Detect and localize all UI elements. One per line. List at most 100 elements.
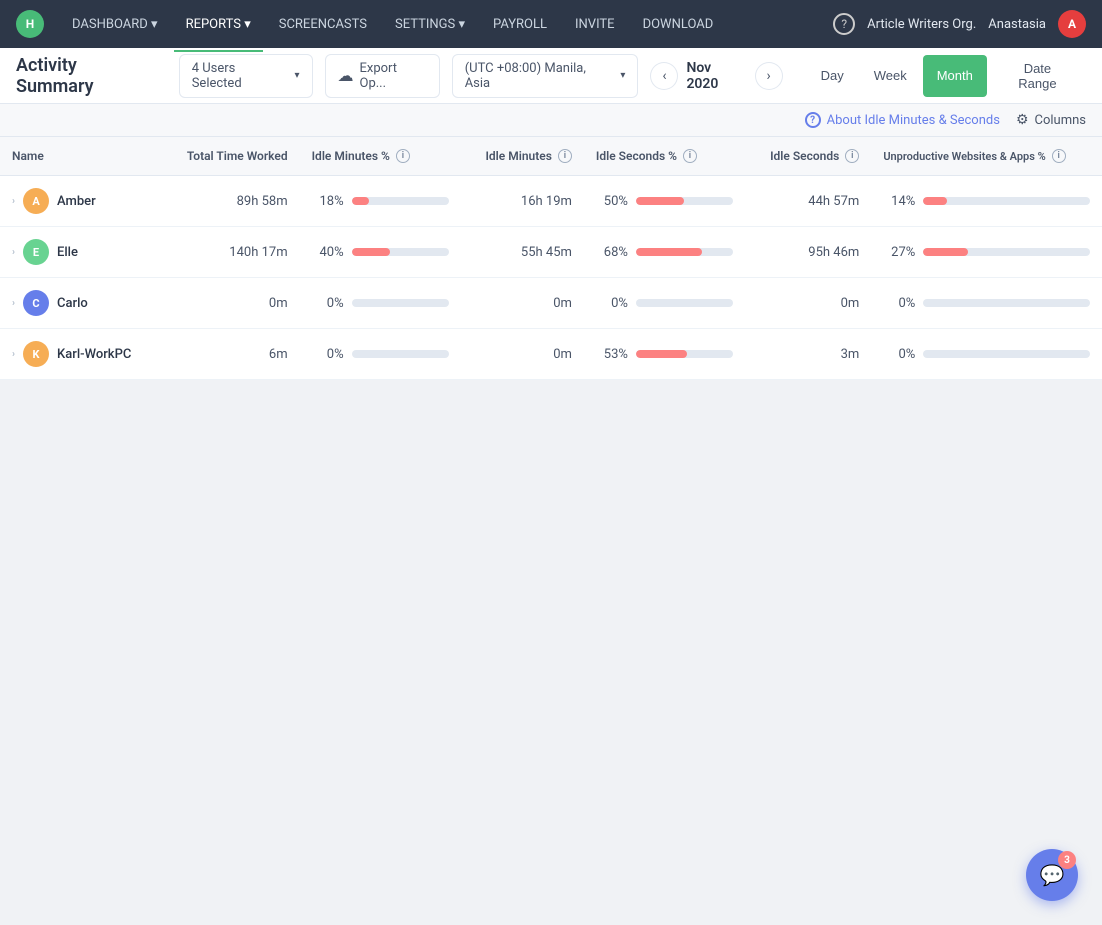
expand-row-button[interactable]: › — [12, 349, 15, 360]
gear-icon: ⚙ — [1016, 112, 1029, 128]
chevron-down-icon: ▾ — [294, 70, 299, 81]
user-avatar[interactable]: A — [1058, 10, 1086, 38]
cell-total-time: 89h 58m — [160, 176, 299, 227]
chat-button[interactable]: 💬 3 — [1026, 849, 1078, 901]
cell-total-time: 140h 17m — [160, 227, 299, 278]
expand-row-button[interactable]: › — [12, 247, 15, 258]
info-icon[interactable]: i — [396, 149, 410, 163]
progress-bar-fill — [923, 248, 968, 256]
user-name-label: Elle — [57, 245, 78, 260]
cell-idle-minutes-pct: 40% — [300, 227, 461, 278]
export-button[interactable]: ☁ Export Op... — [325, 54, 440, 98]
nav-reports[interactable]: REPORTS ▾ — [174, 11, 263, 38]
col-header-idle-seconds: Idle Seconds i — [745, 137, 872, 176]
progress-bar-fill — [636, 197, 684, 205]
cell-idle-seconds-pct: 53% — [584, 329, 745, 380]
user-name-label: Carlo — [57, 296, 88, 311]
progress-bar-track — [636, 248, 733, 256]
tab-month[interactable]: Month — [923, 55, 987, 97]
info-icon[interactable]: i — [1052, 149, 1066, 163]
nav-settings[interactable]: SETTINGS ▾ — [383, 11, 477, 38]
user-name: Anastasia — [988, 17, 1046, 32]
table-header-row: Name Total Time Worked Idle Minutes % i — [0, 137, 1102, 176]
cell-idle-minutes-val: 0m — [461, 329, 584, 380]
about-idle-button[interactable]: ? About Idle Minutes & Seconds — [805, 112, 1000, 128]
user-avatar: K — [23, 341, 49, 367]
user-name-label: Amber — [57, 194, 96, 209]
info-icon[interactable]: i — [558, 149, 572, 163]
columns-button[interactable]: ⚙ Columns — [1016, 112, 1086, 128]
cell-unproductive-pct: 0% — [871, 278, 1102, 329]
cell-unproductive-pct: 27% — [871, 227, 1102, 278]
cell-unproductive-pct: 0% — [871, 329, 1102, 380]
top-navigation: H DASHBOARD ▾ REPORTS ▾ SCREENCASTS SETT… — [0, 0, 1102, 48]
cell-idle-minutes-val: 55h 45m — [461, 227, 584, 278]
tab-date-range[interactable]: Date Range — [989, 55, 1086, 97]
cell-idle-minutes-val: 0m — [461, 278, 584, 329]
current-date: Nov 2020 — [686, 60, 746, 92]
nav-payroll[interactable]: PAYROLL — [481, 11, 559, 38]
cell-idle-seconds-val: 0m — [745, 278, 872, 329]
cell-idle-seconds-val: 44h 57m — [745, 176, 872, 227]
cell-name: › C Carlo — [0, 278, 160, 329]
activity-table: Name Total Time Worked Idle Minutes % i — [0, 137, 1102, 380]
progress-bar-fill — [923, 197, 946, 205]
user-avatar: A — [23, 188, 49, 214]
table-row: › A Amber 89h 58m 18% 16h 19m 50% 44h 57… — [0, 176, 1102, 227]
chat-badge: 3 — [1058, 851, 1076, 869]
progress-bar-track — [636, 197, 733, 205]
date-navigation: ‹ Nov 2020 › — [650, 60, 782, 92]
main-toolbar: Activity Summary 4 Users Selected ▾ ☁ Ex… — [0, 48, 1102, 104]
timezone-selector[interactable]: (UTC +08:00) Manila, Asia ▾ — [452, 54, 639, 98]
nav-screencasts[interactable]: SCREENCASTS — [267, 11, 379, 38]
progress-bar-track — [923, 350, 1090, 358]
secondary-toolbar: ? About Idle Minutes & Seconds ⚙ Columns — [0, 104, 1102, 137]
progress-bar-track — [352, 248, 449, 256]
page-title: Activity Summary — [16, 55, 159, 97]
nav-download[interactable]: DOWNLOAD — [631, 11, 726, 38]
expand-row-button[interactable]: › — [12, 196, 15, 207]
timezone-label: (UTC +08:00) Manila, Asia — [465, 61, 615, 91]
prev-date-button[interactable]: ‹ — [650, 62, 678, 90]
progress-bar-fill — [352, 197, 369, 205]
progress-bar-fill — [352, 248, 391, 256]
next-date-button[interactable]: › — [755, 62, 783, 90]
info-icon[interactable]: i — [845, 149, 859, 163]
users-selected-button[interactable]: 4 Users Selected ▾ — [179, 54, 313, 98]
progress-bar-track — [923, 299, 1090, 307]
user-avatar: E — [23, 239, 49, 265]
cell-total-time: 6m — [160, 329, 299, 380]
view-tabs: Day Week Month Date Range — [807, 55, 1086, 97]
col-header-idle-minutes: Idle Minutes i — [461, 137, 584, 176]
tab-day[interactable]: Day — [807, 55, 858, 97]
cell-idle-seconds-pct: 68% — [584, 227, 745, 278]
user-avatar: C — [23, 290, 49, 316]
progress-bar-fill — [636, 350, 687, 358]
progress-bar-track — [636, 299, 733, 307]
col-header-total-time: Total Time Worked — [160, 137, 299, 176]
users-selected-label: 4 Users Selected — [192, 61, 289, 91]
progress-bar-track — [923, 197, 1090, 205]
cell-idle-minutes-pct: 18% — [300, 176, 461, 227]
col-header-name: Name — [0, 137, 160, 176]
progress-bar-track — [352, 299, 449, 307]
nav-dashboard[interactable]: DASHBOARD ▾ — [60, 11, 170, 38]
cell-idle-seconds-val: 3m — [745, 329, 872, 380]
cell-idle-seconds-pct: 50% — [584, 176, 745, 227]
cell-idle-minutes-pct: 0% — [300, 278, 461, 329]
tab-week[interactable]: Week — [860, 55, 921, 97]
cloud-upload-icon: ☁ — [338, 66, 354, 85]
nav-invite[interactable]: INVITE — [563, 11, 627, 38]
info-icon[interactable]: i — [683, 149, 697, 163]
export-label: Export Op... — [360, 61, 427, 91]
columns-label: Columns — [1035, 113, 1087, 128]
progress-bar-fill — [636, 248, 702, 256]
question-circle-icon: ? — [805, 112, 821, 128]
expand-row-button[interactable]: › — [12, 298, 15, 309]
app-logo[interactable]: H — [16, 10, 44, 38]
progress-bar-track — [923, 248, 1090, 256]
help-button[interactable]: ? — [833, 13, 855, 35]
cell-idle-minutes-val: 16h 19m — [461, 176, 584, 227]
col-header-unproductive: Unproductive Websites & Apps % i — [871, 137, 1102, 176]
col-header-idle-seconds-pct: Idle Seconds % i — [584, 137, 745, 176]
